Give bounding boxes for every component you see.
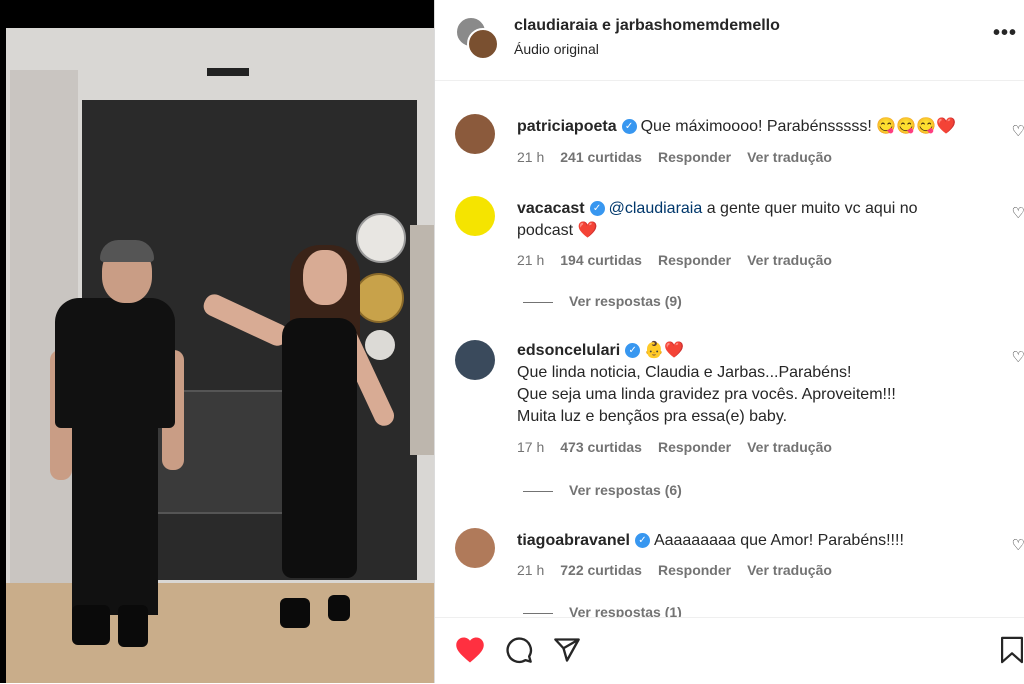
more-horizontal-icon[interactable]: ••• (993, 22, 1017, 45)
video-decor-plate (356, 213, 406, 263)
heart-filled-icon[interactable] (455, 636, 485, 664)
view-replies-label: Ver respostas (6) (569, 482, 682, 498)
avatar[interactable] (455, 528, 495, 568)
comment-body: patriciapoeta ✓ Que máximoooo! Parabénssss… (517, 116, 957, 138)
avatar[interactable] (455, 196, 495, 236)
reply-link[interactable]: Responder (658, 562, 731, 578)
collab-avatars[interactable] (455, 16, 499, 60)
video-woman-body (282, 318, 357, 578)
reply-link[interactable]: Responder (658, 439, 731, 455)
comment-likes[interactable]: 722 curtidas (560, 562, 642, 578)
comment-username[interactable]: edsoncelulari (517, 342, 620, 359)
video-decor-plate (365, 330, 395, 360)
video-man-body (55, 298, 175, 428)
comment-text-line: Que seja uma linda gravidez pra vocês. A… (517, 386, 896, 403)
video-floor (6, 583, 434, 683)
video-ceiling-lamp (207, 68, 249, 76)
translate-link[interactable]: Ver tradução (747, 439, 832, 455)
verified-badge-icon: ✓ (625, 343, 641, 359)
comment-emojis: 😋😋😋❤️ (876, 118, 956, 135)
comment-likes[interactable]: 194 curtidas (560, 252, 642, 268)
like-comment-heart-icon[interactable]: ♡ (1012, 348, 1024, 366)
video-woman-shoe (280, 598, 310, 628)
comment-body: tiagoabravanel ✓ Aaaaaaaaa que Amor! Parab… (517, 530, 957, 552)
verified-badge-icon: ✓ (589, 201, 605, 217)
reply-link[interactable]: Responder (658, 252, 731, 268)
comment-meta: 21 h 722 curtidas Responder Ver tradução (517, 562, 848, 578)
avatar[interactable] (455, 114, 495, 154)
video-top-bar (0, 0, 434, 28)
video-woman-shoe (328, 595, 350, 621)
comment-meta: 17 h 473 curtidas Responder Ver tradução (517, 439, 848, 455)
comment-time: 21 h (517, 562, 545, 578)
action-bar (435, 617, 1024, 684)
comment-body: vacacast ✓ @claudiaraia a gente quer muito… (517, 198, 957, 242)
post-header: claudiaraia e jarbashomemdemello Áudio o… (435, 0, 1024, 81)
post-authors[interactable]: claudiaraia e jarbashomemdemello (514, 17, 780, 35)
comment-username[interactable]: patriciapoeta (517, 118, 617, 135)
view-replies-button[interactable]: Ver respostas (6) (523, 482, 682, 498)
video-man-shoe (118, 605, 148, 647)
replies-divider (523, 301, 553, 303)
like-comment-heart-icon[interactable]: ♡ (1012, 204, 1024, 222)
comment-username[interactable]: tiagoabravanel (517, 532, 630, 549)
avatar[interactable] (455, 340, 495, 380)
comment-text-line: Que linda noticia, Claudia e Jarbas...Pa… (517, 364, 852, 381)
comment-meta: 21 h 194 curtidas Responder Ver tradução (517, 252, 848, 268)
comment-mention[interactable]: @claudiaraia (609, 200, 703, 217)
share-icon[interactable] (553, 636, 581, 664)
video-man-legs (72, 420, 158, 615)
audio-label[interactable]: Áudio original (514, 41, 599, 57)
comment-text: Que máximoooo! Parabénsssss! (640, 118, 872, 135)
comments-panel: claudiaraia e jarbashomemdemello Áudio o… (434, 0, 1024, 684)
video-woman-head (303, 250, 347, 305)
avatar[interactable] (467, 28, 499, 60)
comment-time: 21 h (517, 252, 545, 268)
view-replies-label: Ver respostas (9) (569, 293, 682, 309)
verified-badge-icon: ✓ (621, 119, 637, 135)
comment-icon[interactable] (505, 636, 533, 664)
comment-time: 17 h (517, 439, 545, 455)
video-decor-plate (354, 273, 404, 323)
comment-meta: 21 h 241 curtidas Responder Ver tradução (517, 149, 848, 165)
like-comment-heart-icon[interactable]: ♡ (1012, 122, 1024, 140)
like-comment-heart-icon[interactable]: ♡ (1012, 536, 1024, 554)
replies-divider (523, 612, 553, 614)
comment-likes[interactable]: 473 curtidas (560, 439, 642, 455)
reply-link[interactable]: Responder (658, 149, 731, 165)
translate-link[interactable]: Ver tradução (747, 252, 832, 268)
comment-text-line: Muita luz e bençãos pra essa(e) baby. (517, 408, 788, 425)
view-replies-button[interactable]: Ver respostas (9) (523, 293, 682, 309)
comment-username[interactable]: vacacast (517, 200, 585, 217)
translate-link[interactable]: Ver tradução (747, 562, 832, 578)
comment-body: edsoncelulari ✓ 👶❤️ Que linda noticia, Cla… (517, 340, 957, 428)
verified-badge-icon: ✓ (634, 533, 650, 549)
replies-divider (523, 490, 553, 492)
video-man-hair (100, 240, 154, 262)
translate-link[interactable]: Ver tradução (747, 149, 832, 165)
bookmark-icon[interactable] (1001, 636, 1023, 664)
comment-time: 21 h (517, 149, 545, 165)
post-video[interactable] (0, 0, 434, 683)
comment-text: Aaaaaaaaa que Amor! Parabéns!!!! (653, 532, 904, 549)
comment-emojis: ❤️ (577, 222, 598, 239)
comment-likes[interactable]: 241 curtidas (560, 149, 642, 165)
video-man-shoe (72, 605, 110, 645)
video-picture-frame (410, 225, 434, 455)
comment-emojis: 👶❤️ (644, 342, 684, 359)
